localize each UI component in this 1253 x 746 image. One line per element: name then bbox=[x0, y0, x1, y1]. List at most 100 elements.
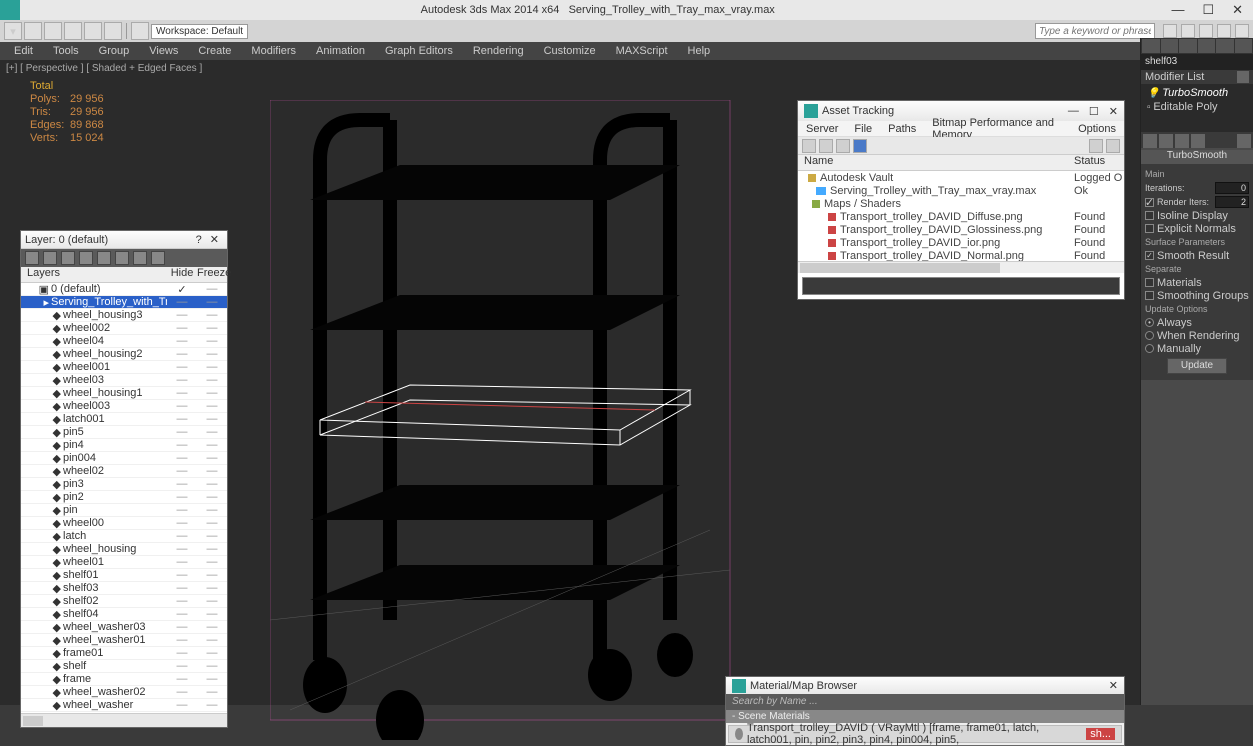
asset-menu-file[interactable]: File bbox=[846, 123, 880, 135]
minimize-button[interactable]: — bbox=[1171, 2, 1184, 18]
layer-item[interactable]: ◆wheel_housing1—— bbox=[21, 387, 227, 400]
workspace-selector[interactable]: Workspace: Default bbox=[151, 24, 248, 39]
asset-status-col[interactable]: Status bbox=[1074, 155, 1124, 170]
link-button[interactable] bbox=[131, 22, 149, 40]
layer-item[interactable]: ◆wheel_housing2—— bbox=[21, 348, 227, 361]
menu-maxscript[interactable]: MAXScript bbox=[606, 43, 678, 59]
render-iters-checkbox[interactable]: ✓ bbox=[1145, 198, 1154, 207]
help-search-input[interactable] bbox=[1035, 23, 1155, 39]
add-to-layer-icon[interactable] bbox=[61, 251, 75, 265]
make-unique-icon[interactable] bbox=[1175, 134, 1189, 148]
selected-object-name[interactable]: shelf03 bbox=[1141, 54, 1253, 70]
layer-item[interactable]: ◆shelf—— bbox=[21, 660, 227, 673]
tab-create[interactable] bbox=[1142, 39, 1160, 53]
material-close[interactable]: ✕ bbox=[1109, 679, 1118, 692]
hide-layer-icon[interactable] bbox=[115, 251, 129, 265]
menu-rendering[interactable]: Rendering bbox=[463, 43, 534, 59]
asset-path-input[interactable] bbox=[802, 277, 1120, 295]
tab-display[interactable] bbox=[1216, 39, 1234, 53]
asset-tree[interactable]: Autodesk VaultLogged O Serving_Trolley_w… bbox=[798, 171, 1124, 261]
layer-item[interactable]: ◆latch—— bbox=[21, 530, 227, 543]
layer-item[interactable]: ◆wheel02—— bbox=[21, 465, 227, 478]
menu-help[interactable]: Help bbox=[678, 43, 721, 59]
menu-views[interactable]: Views bbox=[139, 43, 188, 59]
redo-button[interactable] bbox=[104, 22, 122, 40]
new-button[interactable] bbox=[24, 22, 42, 40]
asset-vault-row[interactable]: Autodesk VaultLogged O bbox=[798, 171, 1124, 184]
layer-item[interactable]: ◆shelf01—— bbox=[21, 569, 227, 582]
layer-item[interactable]: ◆wheel002—— bbox=[21, 322, 227, 335]
undo-button[interactable] bbox=[84, 22, 102, 40]
modifier-stack[interactable]: 💡 TurboSmooth ▫ Editable Poly bbox=[1141, 84, 1253, 132]
layer-item[interactable]: ◆latch001—— bbox=[21, 413, 227, 426]
layer-item[interactable]: ◆frame—— bbox=[21, 673, 227, 686]
iterations-spinner[interactable]: 0 bbox=[1215, 182, 1249, 194]
perspective-viewport[interactable]: [+] [ Perspective ] [ Shaded + Edged Fac… bbox=[0, 60, 1140, 705]
layer-item[interactable]: ◆pin—— bbox=[21, 504, 227, 517]
exchange-icon[interactable] bbox=[1199, 24, 1213, 38]
material-search-input[interactable]: Search by Name ... bbox=[726, 694, 1124, 709]
update-button[interactable]: Update bbox=[1167, 358, 1227, 374]
menu-graph-editors[interactable]: Graph Editors bbox=[375, 43, 463, 59]
asset-menu-options[interactable]: Options bbox=[1070, 123, 1124, 135]
material-section-header[interactable]: - Scene Materials bbox=[726, 710, 1124, 723]
asset-name-col[interactable]: Name bbox=[798, 155, 1074, 170]
layer-item[interactable]: ◆wheel_washer02—— bbox=[21, 686, 227, 699]
menu-animation[interactable]: Animation bbox=[306, 43, 375, 59]
layer-item[interactable]: ◆wheel03—— bbox=[21, 374, 227, 387]
layer-item[interactable]: ◆shelf03—— bbox=[21, 582, 227, 595]
layer-item[interactable]: ◆pin5—— bbox=[21, 426, 227, 439]
tab-motion[interactable] bbox=[1198, 39, 1216, 53]
modifier-list-dropdown[interactable]: Modifier List bbox=[1141, 70, 1253, 84]
layer-root[interactable]: ▣0 (default)✓— bbox=[21, 283, 227, 296]
menu-edit[interactable]: Edit bbox=[4, 43, 43, 59]
layer-item[interactable]: ◆shelf02—— bbox=[21, 595, 227, 608]
menu-tools[interactable]: Tools bbox=[43, 43, 89, 59]
asset-menu-server[interactable]: Server bbox=[798, 123, 846, 135]
tab-hierarchy[interactable] bbox=[1179, 39, 1197, 53]
layer-item[interactable]: ◆wheel01—— bbox=[21, 556, 227, 569]
layer-scrollbar[interactable] bbox=[21, 713, 227, 727]
signin-icon[interactable] bbox=[1181, 24, 1195, 38]
isoline-checkbox[interactable]: Isoline Display bbox=[1145, 209, 1249, 222]
configure-sets-icon[interactable] bbox=[1237, 134, 1251, 148]
layer-item[interactable]: ◆pin2—— bbox=[21, 491, 227, 504]
layer-item[interactable]: ◆wheel_washer03—— bbox=[21, 621, 227, 634]
asset-menu-paths[interactable]: Paths bbox=[880, 123, 924, 135]
layer-item[interactable]: ◆pin004—— bbox=[21, 452, 227, 465]
sep-materials-checkbox[interactable]: Materials bbox=[1145, 276, 1249, 289]
asset-tb6-icon[interactable] bbox=[1106, 139, 1120, 153]
asset-tree-view-icon[interactable] bbox=[853, 139, 867, 153]
show-end-result-icon[interactable] bbox=[1159, 134, 1173, 148]
app-menu-button[interactable]: ▾ bbox=[4, 22, 22, 40]
menu-modifiers[interactable]: Modifiers bbox=[241, 43, 306, 59]
maximize-button[interactable]: ☐ bbox=[1202, 2, 1214, 18]
asset-tb3-icon[interactable] bbox=[836, 139, 850, 153]
layer-item[interactable]: ◆wheel00—— bbox=[21, 517, 227, 530]
layer-manager-panel[interactable]: Layer: 0 (default) ? ✕ Layers Hide Freez… bbox=[20, 230, 228, 728]
layer-item[interactable]: ◆pin3—— bbox=[21, 478, 227, 491]
tab-modify[interactable] bbox=[1161, 39, 1179, 53]
material-titlebar[interactable]: Material/Map Browser ✕ bbox=[726, 677, 1124, 694]
pin-stack-icon[interactable] bbox=[1143, 134, 1157, 148]
layer-item[interactable]: ◆wheel001—— bbox=[21, 361, 227, 374]
rollout-title[interactable]: TurboSmooth bbox=[1141, 150, 1253, 164]
select-layer-icon[interactable] bbox=[79, 251, 93, 265]
close-button[interactable]: ✕ bbox=[1232, 2, 1243, 18]
material-item[interactable]: Transport_trolley_DAVID ( VRayMtl ) [fra… bbox=[728, 725, 1122, 743]
hide-col[interactable]: Hide bbox=[167, 267, 197, 282]
delete-layer-icon[interactable] bbox=[43, 251, 57, 265]
asset-refresh-icon[interactable] bbox=[802, 139, 816, 153]
stack-editable-poly[interactable]: ▫ Editable Poly bbox=[1143, 100, 1251, 114]
favorites-icon[interactable] bbox=[1217, 24, 1231, 38]
asset-file-row[interactable]: Transport_trolley_DAVID_ior.pngFound bbox=[798, 236, 1124, 249]
asset-tb2-icon[interactable] bbox=[819, 139, 833, 153]
material-browser-panel[interactable]: Material/Map Browser ✕ Search by Name ..… bbox=[725, 676, 1125, 746]
asset-h-scrollbar[interactable] bbox=[798, 261, 1124, 273]
render-iters-spinner[interactable]: 2 bbox=[1215, 196, 1249, 208]
asset-maximize[interactable]: ☐ bbox=[1089, 105, 1099, 118]
freeze-layer-icon[interactable] bbox=[133, 251, 147, 265]
smooth-result-checkbox[interactable]: ✓Smooth Result bbox=[1145, 249, 1249, 262]
viewport-label[interactable]: [+] [ Perspective ] [ Shaded + Edged Fac… bbox=[6, 63, 202, 74]
layer-tree[interactable]: ▣0 (default)✓— ▸Serving_Trolley_with_Tra… bbox=[21, 283, 227, 713]
